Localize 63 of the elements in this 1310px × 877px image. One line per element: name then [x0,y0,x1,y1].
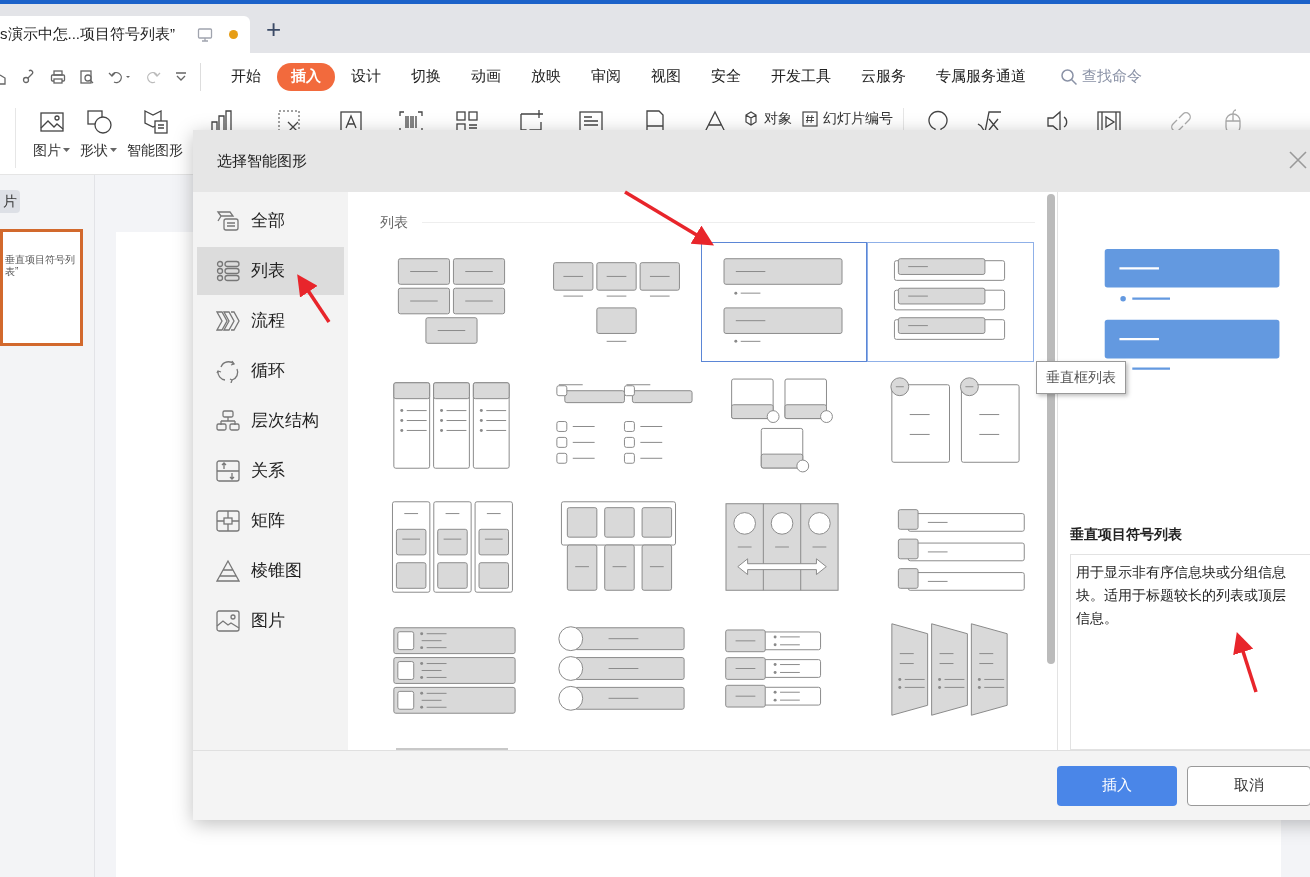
menu-tab[interactable]: 放映 [517,62,575,91]
layout-thumbnail[interactable] [701,242,867,362]
print-icon[interactable] [50,68,66,85]
print-preview-icon[interactable] [79,68,95,85]
layout-description: 用于显示非有序信息块或分组信息块。适用于标题较长的列表或顶层信息。 [1076,563,1287,629]
monitor-icon[interactable] [197,26,213,43]
cancel-button[interactable]: 取消 [1187,765,1310,806]
caret-icon [63,148,70,153]
category-item[interactable]: 列表 [197,247,344,295]
annotation-arrow [1233,632,1258,693]
toolbar-button[interactable]: 幻灯片编号 [802,108,893,129]
annotation-arrow [297,274,331,323]
menu-tab[interactable]: 审阅 [577,62,635,91]
document-tab[interactable]: s演示中怎...项目符号列表” [0,16,250,53]
category-item[interactable]: 层次结构 [197,397,344,445]
toolbar-button[interactable]: 智能图形 [122,108,188,161]
menu-tab[interactable]: 开始 [217,62,275,91]
menu-tab[interactable]: 视图 [637,62,695,91]
tooltip: 垂直框列表 [1036,361,1126,394]
pyramid-icon [216,559,240,583]
toolbar-button[interactable]: 图片 [28,108,75,161]
toolbar-button[interactable]: 形状 [75,108,122,161]
smart-art-icon [141,108,169,136]
category-item[interactable]: 循环 [197,347,344,395]
menu-tab[interactable]: 开发工具 [757,62,845,91]
category-item[interactable]: 关系 [197,447,344,495]
picture-icon [216,609,240,633]
slides-tab[interactable]: 片 [0,190,20,213]
hierarchy-icon [216,409,240,433]
category-item[interactable]: 全部 [197,197,344,245]
cube-icon [743,110,759,127]
category-item[interactable]: 矩阵 [197,497,344,545]
new-tab-button[interactable]: + [266,15,282,42]
search-icon [1060,67,1078,86]
category-item[interactable]: 流程 [197,297,344,345]
section-label: 列表 [380,213,408,232]
shapes-icon [216,209,240,233]
category-item[interactable]: 棱锥图 [197,547,344,595]
relationship-icon [216,459,240,483]
slide-number-icon [802,110,818,127]
search-field[interactable]: 查找命令 [1082,65,1182,88]
menu-tab[interactable]: 安全 [697,62,755,91]
toolbar-button[interactable]: 对象 [743,108,792,129]
menu-tab[interactable]: 动画 [457,62,515,91]
menu-tab[interactable]: 云服务 [847,62,920,91]
layout-thumbnail[interactable] [867,242,1034,362]
dialog-title: 选择智能图形 [217,150,307,171]
list-icon [216,259,240,283]
document-title: s演示中怎...项目符号列表” [0,24,175,45]
menu-tab[interactable]: 切换 [397,62,455,91]
slide-thumbnail-text: 垂直项目符号列表” [4,254,76,278]
cycle-icon [216,359,240,383]
menu-tab[interactable]: 设计 [337,62,395,91]
slide-thumbnail[interactable]: 垂直项目符号列表” [0,229,83,346]
close-icon[interactable] [1288,150,1308,170]
category-item[interactable]: 图片 [197,597,344,645]
menu-tab[interactable]: 专属服务通道 [922,62,1040,91]
caret-icon [110,148,117,153]
matrix-icon [216,509,240,533]
insert-button[interactable]: 插入 [1057,765,1177,806]
layout-name: 垂直项目符号列表 [1070,525,1183,545]
shapes-icon [84,108,113,136]
chevrons-icon [216,309,240,333]
